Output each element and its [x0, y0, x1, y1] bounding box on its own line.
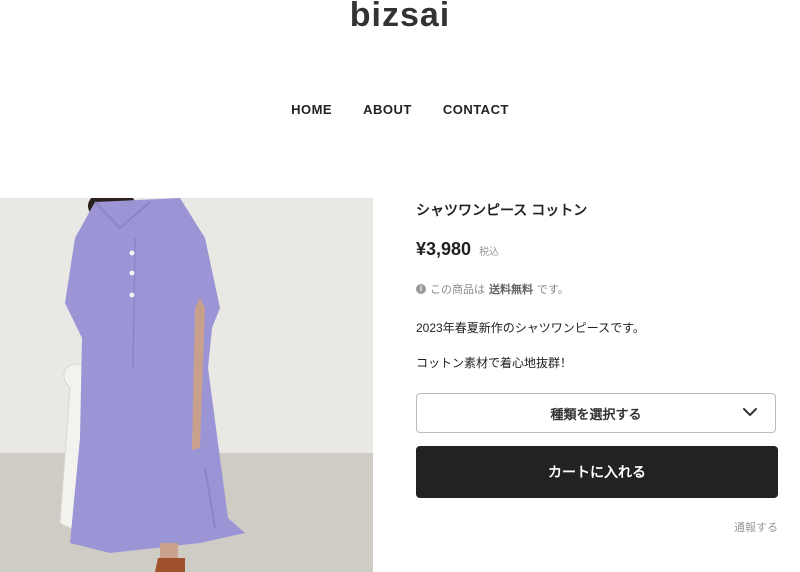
shipping-suffix: です。 — [537, 284, 569, 296]
product-image[interactable] — [0, 198, 373, 572]
shipping-prefix: この商品は — [430, 284, 485, 296]
variant-select-label: 種類を選択する — [550, 406, 642, 422]
product-price: ¥3,980 — [416, 239, 472, 259]
product-title: シャツワンピース コットン — [416, 202, 588, 218]
shipping-note: i この商品は 送料無料 です。 — [416, 281, 778, 297]
variant-select[interactable]: 種類を選択する — [416, 393, 776, 433]
chevron-down-icon — [743, 408, 757, 416]
product-info: シャツワンピース コットン ¥3,980 税込 i この商品は 送料無料 です。 2… — [416, 198, 778, 535]
shop-logo[interactable]: bizsai — [0, 0, 800, 35]
tax-label: 税込 — [479, 247, 500, 258]
report-link[interactable]: 通報する — [416, 519, 778, 535]
nav-contact[interactable]: CONTACT — [443, 102, 509, 117]
description-line-2: コットン素材で着心地抜群！ — [416, 356, 573, 370]
price-row: ¥3,980 税込 — [416, 239, 778, 260]
nav-about[interactable]: ABOUT — [363, 102, 412, 117]
main-nav: HOME ABOUT CONTACT — [0, 102, 800, 117]
nav-home[interactable]: HOME — [291, 102, 332, 117]
add-to-cart-button[interactable]: カートに入れる — [416, 446, 778, 498]
dress-photo — [0, 198, 373, 572]
description-line-1: 2023年春夏新作のシャツワンピースです。 — [416, 321, 645, 335]
info-icon: i — [416, 284, 426, 294]
shipping-free: 送料無料 — [489, 284, 533, 296]
